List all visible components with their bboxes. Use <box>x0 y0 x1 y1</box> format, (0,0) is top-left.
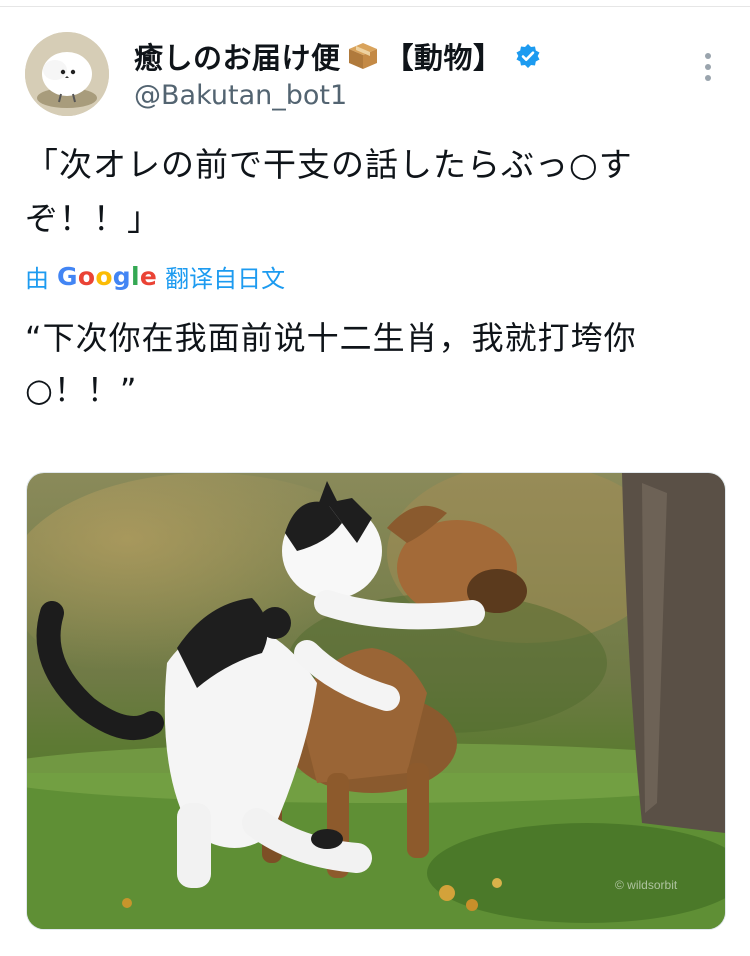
verified-badge-icon <box>516 44 540 68</box>
translated-by-label: 由 <box>25 264 49 293</box>
cat-dog-photo-icon <box>27 473 725 929</box>
tweet-photo[interactable]: © wildsorbit <box>26 472 726 930</box>
avatar[interactable] <box>25 32 109 116</box>
display-name-tag[interactable]: 【動物】 <box>385 35 503 77</box>
package-icon <box>348 43 377 69</box>
bird-avatar-icon <box>25 32 109 116</box>
tweet-text-line: ぞ！！」 <box>25 199 161 238</box>
tweet-text-line: 「次オレの前で干支の話したらぶっ○す <box>25 145 633 184</box>
display-name[interactable]: 癒しのお届け便 <box>134 35 341 77</box>
translated-text: “下次你在我面前说十二生肖，我就打垮你 ○！！” <box>25 312 725 416</box>
google-logo-icon: Google <box>57 261 158 291</box>
top-divider <box>0 6 750 7</box>
more-options-icon[interactable] <box>700 50 716 84</box>
translated-text-line: ○！！” <box>25 371 138 409</box>
tweet-text: 「次オレの前で干支の話したらぶっ○す ぞ！！」 <box>25 138 725 246</box>
user-handle[interactable]: @Bakutan_bot1 <box>134 80 347 111</box>
photo-watermark: © wildsorbit <box>615 878 678 892</box>
user-name-row[interactable]: 癒しのお届け便 【動物】 <box>134 34 541 78</box>
translated-text-line: “下次你在我面前说十二生肖，我就打垮你 <box>25 319 637 357</box>
translated-from-label: 翻译自日文 <box>165 264 286 293</box>
translation-attribution[interactable]: 由 Google 翻译自日文 <box>25 257 285 295</box>
